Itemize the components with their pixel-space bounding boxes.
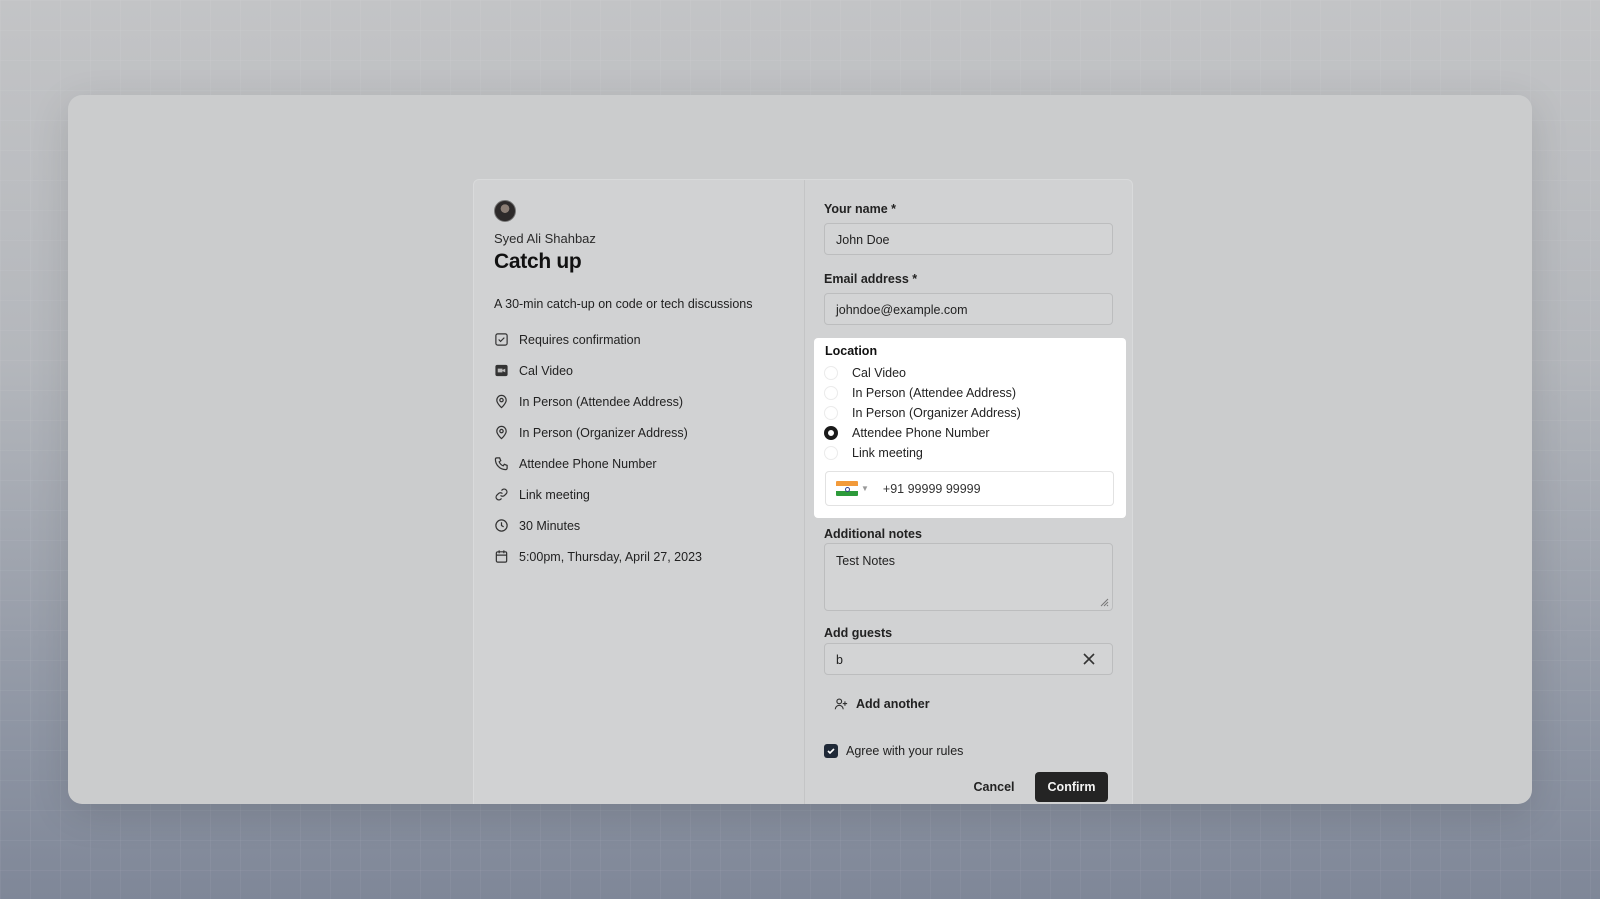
detail-label: In Person (Organizer Address) — [519, 425, 688, 440]
phone-value: +91 99999 99999 — [882, 481, 981, 496]
agree-label: Agree with your rules — [846, 744, 964, 758]
location-option-attendee-phone[interactable]: Attendee Phone Number — [824, 426, 990, 440]
close-icon[interactable] — [1082, 652, 1096, 666]
detail-label: Requires confirmation — [519, 332, 641, 347]
option-label: In Person (Attendee Address) — [852, 386, 1016, 400]
name-label: Your name * — [824, 202, 897, 216]
check-icon — [827, 748, 835, 755]
radio-button[interactable] — [824, 406, 838, 420]
column-divider — [804, 180, 805, 804]
event-title: Catch up — [494, 250, 582, 273]
email-input[interactable]: johndoe@example.com — [824, 293, 1113, 325]
notes-textarea[interactable]: Test Notes — [824, 543, 1113, 611]
app-window: Syed Ali Shahbaz Catch up A 30-min catch… — [68, 95, 1532, 804]
location-option-link-meeting[interactable]: Link meeting — [824, 446, 923, 460]
detail-label: 30 Minutes — [519, 518, 581, 533]
agree-checkbox-row[interactable]: Agree with your rules — [824, 744, 963, 758]
radio-button[interactable] — [824, 446, 838, 460]
detail-label: In Person (Attendee Address) — [519, 394, 683, 409]
guests-label: Add guests — [824, 626, 893, 640]
detail-in-person-organizer: In Person (Organizer Address) — [494, 417, 702, 448]
agree-checkbox[interactable] — [824, 744, 838, 758]
detail-duration: 30 Minutes — [494, 510, 702, 541]
option-label: Cal Video — [852, 366, 906, 380]
link-icon — [495, 488, 508, 501]
option-label: Attendee Phone Number — [852, 426, 990, 440]
calendar-icon — [495, 550, 508, 563]
guest-value: b — [836, 653, 843, 667]
chevron-down-icon[interactable]: ▼ — [861, 484, 869, 493]
map-pin-icon — [496, 425, 507, 440]
event-details-list: Requires confirmation Cal Video In Perso… — [494, 324, 702, 572]
check-square-icon — [495, 333, 508, 346]
avatar — [494, 200, 516, 222]
map-pin-icon — [496, 394, 507, 409]
radio-button[interactable] — [824, 366, 838, 380]
organizer-name: Syed Ali Shahbaz — [494, 231, 596, 246]
location-panel: Location Cal Video In Person (Attendee A… — [814, 338, 1126, 518]
option-label: Link meeting — [852, 446, 923, 460]
resize-handle-icon[interactable] — [1099, 597, 1109, 607]
phone-icon — [494, 457, 508, 471]
detail-in-person-attendee: In Person (Attendee Address) — [494, 386, 702, 417]
name-input[interactable]: John Doe — [824, 223, 1113, 255]
booking-card: Syed Ali Shahbaz Catch up A 30-min catch… — [473, 179, 1133, 804]
detail-requires-confirmation: Requires confirmation — [494, 324, 702, 355]
detail-label: 5:00pm, Thursday, April 27, 2023 — [519, 549, 702, 564]
location-option-in-person-attendee[interactable]: In Person (Attendee Address) — [824, 386, 1016, 400]
radio-button[interactable] — [824, 386, 838, 400]
video-icon — [495, 364, 508, 377]
detail-attendee-phone: Attendee Phone Number — [494, 448, 702, 479]
guest-email-input[interactable]: b — [824, 643, 1113, 675]
location-option-in-person-organizer[interactable]: In Person (Organizer Address) — [824, 406, 1021, 420]
radio-button-selected[interactable] — [824, 426, 838, 440]
add-another-button[interactable]: Add another — [834, 697, 930, 711]
notes-label: Additional notes — [824, 527, 922, 541]
add-user-icon — [834, 698, 848, 710]
location-option-cal-video[interactable]: Cal Video — [824, 366, 906, 380]
india-flag-icon[interactable] — [836, 481, 858, 496]
location-label: Location — [825, 344, 878, 358]
detail-cal-video: Cal Video — [494, 355, 702, 386]
notes-text: Test Notes — [836, 554, 896, 568]
detail-label: Attendee Phone Number — [519, 456, 657, 471]
detail-label: Link meeting — [519, 487, 590, 502]
clock-icon — [495, 519, 508, 532]
event-description: A 30-min catch-up on code or tech discus… — [494, 297, 753, 311]
detail-link-meeting: Link meeting — [494, 479, 702, 510]
detail-datetime: 5:00pm, Thursday, April 27, 2023 — [494, 541, 702, 572]
option-label: In Person (Organizer Address) — [852, 406, 1021, 420]
email-label: Email address * — [824, 272, 918, 286]
detail-label: Cal Video — [519, 363, 573, 378]
confirm-button[interactable]: Confirm — [1035, 772, 1108, 802]
cancel-button[interactable]: Cancel — [968, 772, 1020, 802]
phone-input[interactable]: ▼ +91 99999 99999 — [825, 471, 1114, 506]
add-another-label: Add another — [856, 697, 930, 711]
